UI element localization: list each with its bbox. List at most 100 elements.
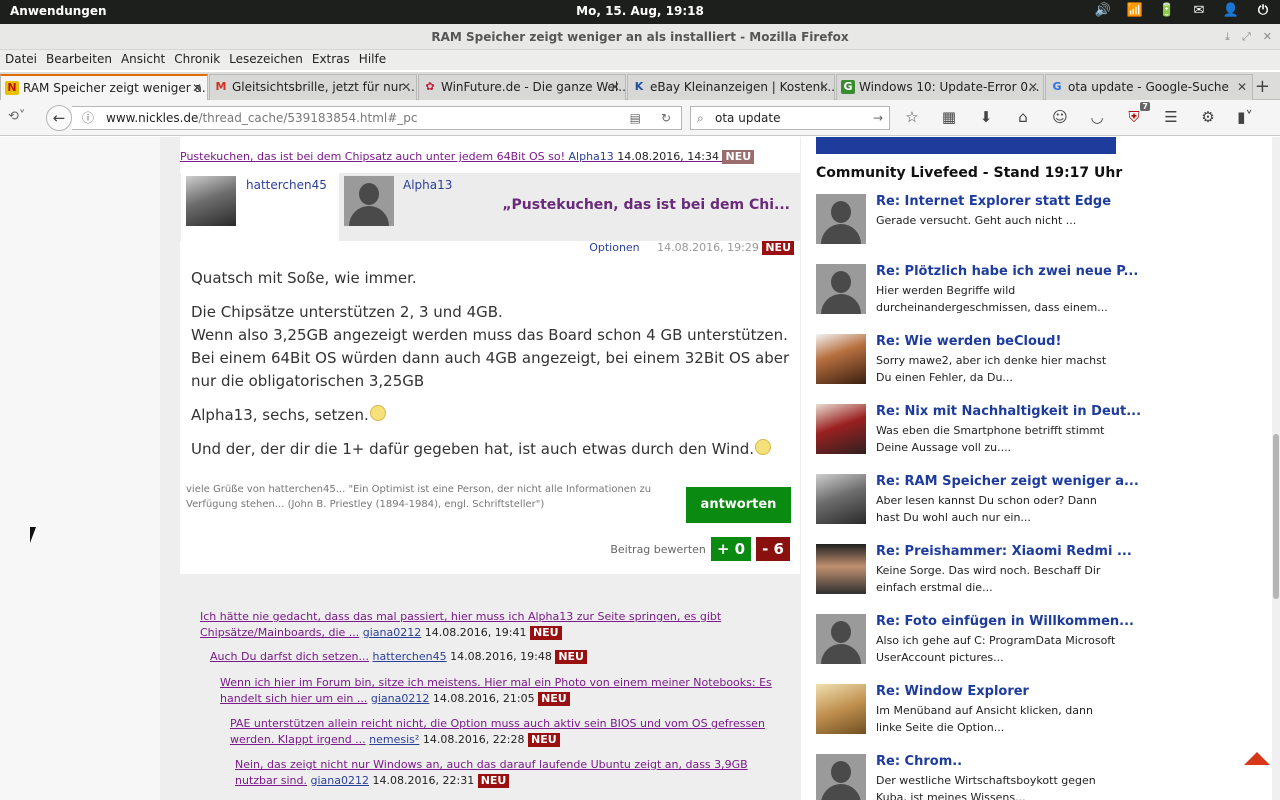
- sidebar-button[interactable]: [816, 137, 1116, 154]
- menu-lesezeichen[interactable]: Lesezeichen: [229, 50, 303, 70]
- scrollbar-thumb[interactable]: [1273, 434, 1279, 599]
- feed-title[interactable]: Re: Wie werden beCloud!: [876, 334, 1061, 349]
- download-icon[interactable]: ⬇: [974, 108, 998, 126]
- thread-author[interactable]: giana0212: [371, 692, 430, 705]
- search-go-icon[interactable]: →: [873, 107, 883, 129]
- tab-windows10-update[interactable]: G Windows 10: Update-Error 0... ✕: [836, 74, 1044, 100]
- feed-item[interactable]: Re: Window Explorer Im Menüband auf Ansi…: [816, 684, 1126, 746]
- feed-item[interactable]: Re: Chrom.. Der westliche Wirtschaftsboy…: [816, 754, 1126, 800]
- tab-close-icon[interactable]: ✕: [819, 80, 829, 94]
- wifi-icon[interactable]: 📶: [1126, 3, 1144, 18]
- tab-winfuture[interactable]: ✿ WinFuture.de - Die ganze Wel... ✕: [418, 74, 626, 100]
- history-dropdown-icon[interactable]: ⟲˅: [8, 109, 25, 124]
- ublock-icon[interactable]: ⛨ 7: [1122, 102, 1150, 126]
- author-avatar[interactable]: [186, 176, 236, 226]
- feed-title[interactable]: Re: Foto einfügen in Willkommen...: [876, 614, 1134, 629]
- minimize-icon[interactable]: ⤓: [1225, 24, 1230, 50]
- feed-item[interactable]: Re: Wie werden beCloud! Sorry mawe2, abe…: [816, 334, 1126, 396]
- tab-google-search[interactable]: G ota update - Google-Suche ✕: [1045, 74, 1253, 100]
- user-icon[interactable]: 👤: [1222, 3, 1240, 18]
- maximize-icon[interactable]: ⤢: [1242, 24, 1251, 50]
- back-button[interactable]: ←: [46, 105, 72, 131]
- feed-avatar[interactable]: [816, 754, 866, 800]
- bookmarks-list-icon[interactable]: ▦: [937, 108, 961, 126]
- hamburger-menu-icon[interactable]: ☰: [1159, 108, 1183, 126]
- battery-icon[interactable]: 🔋: [1158, 3, 1176, 18]
- scroll-to-top-icon[interactable]: [1244, 752, 1270, 765]
- feed-title[interactable]: Re: Nix mit Nachhaltigkeit in Deut...: [876, 404, 1141, 419]
- tab-close-icon[interactable]: ✕: [610, 80, 620, 94]
- tab-ram-speicher[interactable]: N RAM Speicher zeigt weniger a... ✕: [0, 74, 208, 100]
- quoted-author-avatar[interactable]: [344, 176, 394, 226]
- url-bar[interactable]: ⓘ www.nickles.de/thread_cache/539183854.…: [72, 106, 682, 130]
- quoted-author-name[interactable]: Alpha13: [403, 178, 452, 192]
- quote-link[interactable]: Pustekuchen, das ist bei dem Chipsatz au…: [180, 150, 565, 163]
- thread-author[interactable]: giana0212: [311, 774, 370, 787]
- power-icon[interactable]: ⏻: [1254, 3, 1272, 18]
- feed-title[interactable]: Re: Chrom..: [876, 754, 962, 769]
- quoted-text[interactable]: „Pustekuchen, das ist bei dem Chi...: [502, 197, 790, 213]
- feed-avatar[interactable]: [816, 334, 866, 384]
- tab-close-icon[interactable]: ✕: [1237, 80, 1247, 94]
- feed-avatar[interactable]: [816, 404, 866, 454]
- quote-author-link[interactable]: Alpha13: [569, 150, 614, 163]
- feed-item[interactable]: Re: Foto einfügen in Willkommen... Also …: [816, 614, 1134, 676]
- feed-item[interactable]: Re: RAM Speicher zeigt weniger a... Aber…: [816, 474, 1139, 536]
- feed-avatar[interactable]: [816, 544, 866, 594]
- tab-close-icon[interactable]: ✕: [401, 80, 411, 94]
- author-name[interactable]: hatterchen45: [246, 178, 327, 192]
- menu-datei[interactable]: Datei: [5, 50, 37, 70]
- reload-icon[interactable]: ↻: [661, 107, 671, 129]
- thread-author[interactable]: nemesis²: [369, 733, 419, 746]
- feed-item[interactable]: Re: Internet Explorer statt Edge Gerade …: [816, 194, 1126, 256]
- bookmark-star-icon[interactable]: ☆: [900, 108, 924, 126]
- applications-menu[interactable]: Anwendungen: [10, 4, 107, 18]
- feed-item[interactable]: Re: Preishammer: Xiaomi Redmi ... Keine …: [816, 544, 1132, 606]
- surprised-smiley-icon: [755, 439, 772, 455]
- feed-avatar[interactable]: [816, 194, 866, 244]
- menu-bearbeiten[interactable]: Bearbeiten: [46, 50, 112, 70]
- options-link[interactable]: Optionen: [589, 241, 639, 254]
- thread-author[interactable]: giana0212: [363, 626, 422, 639]
- search-bar[interactable]: ⌕ ota update →: [690, 106, 890, 130]
- feed-item[interactable]: Re: Nix mit Nachhaltigkeit in Deut... Wa…: [816, 404, 1141, 466]
- tab-close-icon[interactable]: ✕: [192, 81, 202, 95]
- window-titlebar: RAM Speicher zeigt weniger an als instal…: [0, 24, 1280, 50]
- feed-title[interactable]: Re: Preishammer: Xiaomi Redmi ...: [876, 544, 1132, 559]
- tab-close-icon[interactable]: ✕: [1028, 80, 1038, 94]
- feed-title[interactable]: Re: Internet Explorer statt Edge: [876, 194, 1111, 209]
- volume-icon[interactable]: 🔊: [1094, 3, 1112, 18]
- thread-link[interactable]: Auch Du darfst dich setzen...: [210, 650, 369, 663]
- tab-ebay-kleinanzeigen[interactable]: K eBay Kleinanzeigen | Kostenl... ✕: [627, 74, 835, 100]
- info-icon[interactable]: ⓘ: [82, 107, 94, 129]
- mail-icon[interactable]: ✉: [1190, 3, 1208, 18]
- page-scrollbar[interactable]: [1272, 137, 1280, 800]
- extension-icon[interactable]: ⚙: [1196, 108, 1220, 126]
- rate-plus-button[interactable]: + 0: [710, 537, 752, 561]
- reader-view-icon[interactable]: ▤: [630, 107, 641, 129]
- tab-gleitsichtsbrille[interactable]: M Gleitsichtsbrille, jetzt für nur ... ✕: [209, 74, 417, 100]
- reply-button[interactable]: antworten: [686, 487, 791, 523]
- menu-chronik[interactable]: Chronik: [174, 50, 220, 70]
- feed-title[interactable]: Re: Plötzlich habe ich zwei neue P...: [876, 264, 1138, 279]
- chat-icon[interactable]: ☺: [1048, 108, 1072, 126]
- rate-minus-button[interactable]: - 6: [756, 537, 790, 561]
- clipboard-icon[interactable]: ▮˅: [1233, 108, 1257, 126]
- home-icon[interactable]: ⌂: [1011, 108, 1035, 126]
- feed-title[interactable]: Re: RAM Speicher zeigt weniger a...: [876, 474, 1139, 489]
- menu-ansicht[interactable]: Ansicht: [121, 50, 165, 70]
- feed-avatar[interactable]: [816, 264, 866, 314]
- thread-author[interactable]: hatterchen45: [372, 650, 446, 663]
- menu-extras[interactable]: Extras: [312, 50, 350, 70]
- new-tab-icon[interactable]: +: [1255, 76, 1270, 97]
- pocket-icon[interactable]: ◡: [1085, 108, 1109, 126]
- feed-title[interactable]: Re: Window Explorer: [876, 684, 1029, 699]
- menu-hilfe[interactable]: Hilfe: [359, 50, 386, 70]
- feed-avatar[interactable]: [816, 474, 866, 524]
- close-icon[interactable]: ✕: [1263, 24, 1272, 50]
- feed-avatar[interactable]: [816, 614, 866, 664]
- feed-item[interactable]: Re: Plötzlich habe ich zwei neue P... Hi…: [816, 264, 1138, 326]
- feed-avatar[interactable]: [816, 684, 866, 734]
- clock[interactable]: Mo, 15. Aug, 19:18: [576, 4, 704, 18]
- search-input[interactable]: ota update: [715, 111, 781, 125]
